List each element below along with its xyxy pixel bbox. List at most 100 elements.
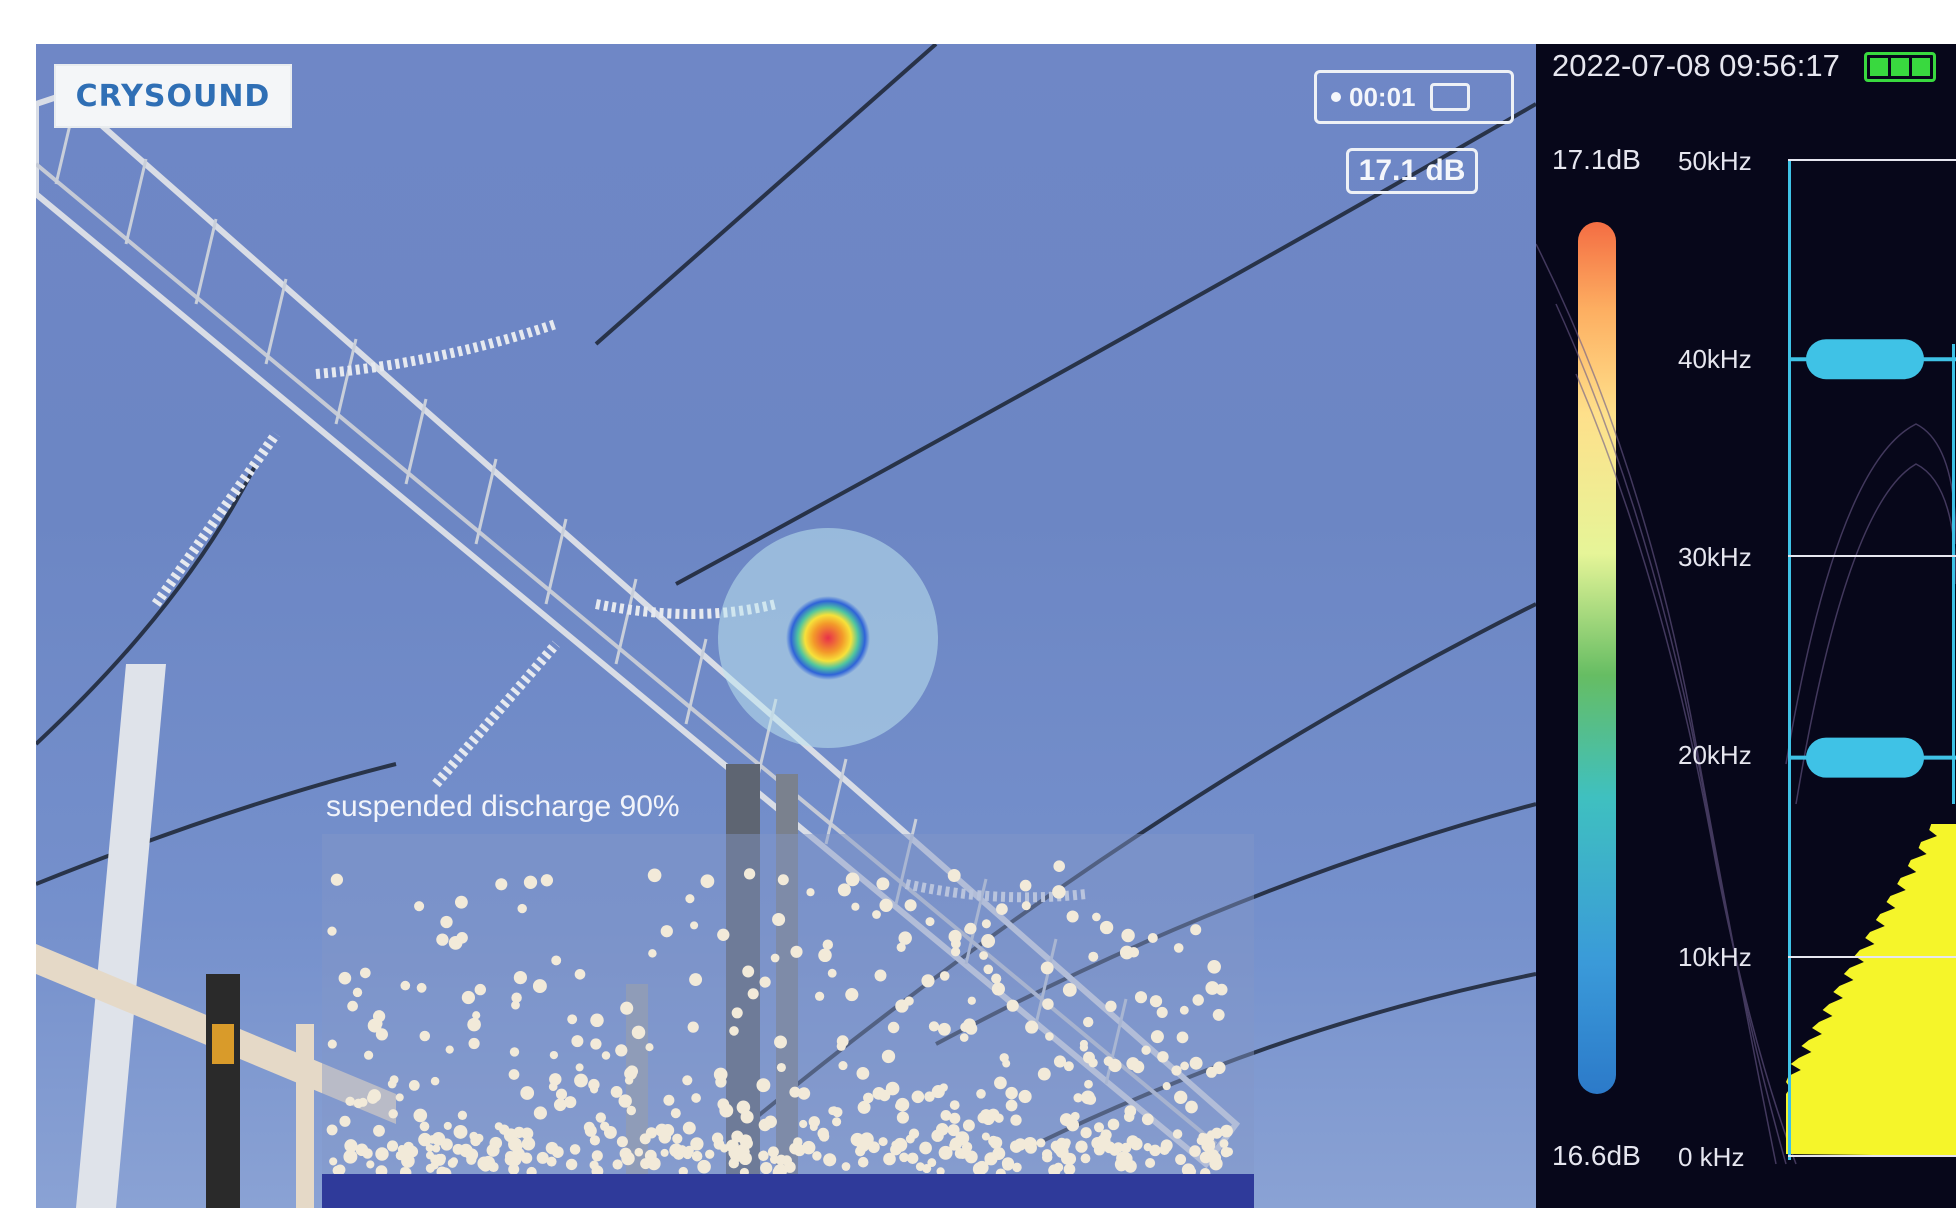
prpd-point: [964, 925, 973, 934]
prpd-point: [1156, 1006, 1168, 1018]
prpd-point: [1018, 1089, 1032, 1104]
prpd-point: [822, 939, 834, 950]
prpd-point: [590, 1038, 602, 1050]
prpd-point: [772, 912, 786, 927]
prpd-point: [533, 1106, 547, 1120]
prpd-point: [618, 1094, 632, 1108]
prpd-point: [1123, 1111, 1135, 1123]
prpd-point: [508, 1153, 522, 1167]
prpd-point: [455, 895, 468, 909]
prpd-point: [648, 949, 657, 958]
prpd-point: [1042, 998, 1054, 1010]
prpd-point: [717, 928, 730, 941]
prpd-point: [979, 1109, 993, 1122]
prpd-point: [1147, 932, 1158, 944]
prpd-point: [949, 1137, 963, 1150]
prpd-point: [1006, 999, 1019, 1012]
frequency-spectrum: [1536, 159, 1956, 1165]
prpd-point: [899, 1152, 909, 1163]
prpd-point: [1064, 1152, 1077, 1165]
prpd-point: [339, 1115, 351, 1127]
prpd-point: [991, 973, 1002, 984]
prpd-point: [1081, 1090, 1095, 1105]
prpd-point: [1134, 991, 1148, 1004]
prpd-point: [338, 971, 352, 985]
sound-source-hotspot: [786, 596, 870, 680]
prpd-point: [457, 1110, 468, 1120]
prpd-point: [440, 915, 453, 929]
prpd-point: [624, 1076, 634, 1085]
prpd-point: [737, 1143, 750, 1156]
prpd-point: [1179, 1005, 1189, 1015]
prpd-point: [919, 1141, 932, 1155]
prpd-point: [574, 968, 586, 980]
prpd-point: [660, 925, 673, 938]
crysound-logo: CRYSOUND: [54, 64, 292, 128]
prpd-point: [685, 894, 695, 904]
prpd-point: [461, 990, 476, 1005]
prpd-point: [631, 1025, 646, 1040]
prpd-point: [979, 951, 989, 960]
prpd-point: [1192, 994, 1204, 1006]
prpd-point: [1220, 1124, 1233, 1138]
prpd-point: [1212, 1008, 1225, 1021]
filter-band-handle-upper[interactable]: [1806, 339, 1924, 380]
prpd-point: [1175, 1154, 1187, 1165]
prpd-point: [898, 931, 912, 945]
prpd-point: [758, 1150, 769, 1162]
prpd-overlay: [322, 834, 1254, 1208]
prpd-point: [508, 1137, 522, 1152]
prpd-point: [814, 991, 825, 1001]
prpd-point: [565, 1158, 578, 1171]
prpd-point: [1157, 1051, 1169, 1063]
prpd-point: [760, 1162, 773, 1175]
prpd-point: [1126, 1135, 1139, 1148]
prpd-point: [938, 1145, 953, 1160]
prpd-point: [373, 1019, 383, 1029]
prpd-point: [1063, 1061, 1074, 1072]
prpd-point: [419, 1121, 430, 1132]
prpd-point: [1160, 1141, 1172, 1153]
prpd-point: [469, 1131, 479, 1141]
recording-indicator[interactable]: 00:01: [1314, 70, 1514, 124]
prpd-point: [468, 1037, 480, 1050]
prpd-point: [634, 1147, 644, 1157]
prpd-point: [891, 1140, 901, 1150]
prpd-point: [1173, 943, 1184, 953]
prpd-point: [740, 1110, 754, 1124]
prpd-point: [327, 1039, 337, 1049]
prpd-point: [911, 1090, 925, 1104]
prpd-point: [690, 1137, 704, 1151]
prpd-point: [1213, 1061, 1226, 1075]
prpd-point: [823, 1153, 837, 1167]
prpd-point: [447, 1158, 458, 1168]
prpd-point: [713, 1067, 728, 1082]
prpd-point: [615, 1044, 628, 1057]
prpd-point: [717, 1098, 730, 1111]
prpd-point: [743, 868, 756, 880]
filter-band-handle-lower[interactable]: [1806, 737, 1924, 778]
prpd-point: [770, 953, 780, 963]
prpd-point: [425, 1144, 434, 1153]
prpd-point: [874, 969, 887, 982]
prpd-point: [1066, 910, 1079, 923]
prpd-point: [691, 1093, 701, 1103]
prpd-point: [521, 1137, 536, 1151]
prpd-point: [1149, 995, 1163, 1008]
prpd-point: [620, 1001, 634, 1015]
acoustic-camera-screen: CRYSOUND 00:01 17.1 dB suspended dischar…: [36, 44, 1956, 1208]
prpd-point: [567, 1014, 578, 1025]
prpd-point: [996, 903, 1008, 915]
prpd-point: [836, 1041, 846, 1051]
prpd-point: [1207, 960, 1221, 974]
prpd-point: [345, 1096, 355, 1107]
prpd-point: [513, 971, 527, 985]
prpd-point: [797, 1087, 811, 1100]
prpd-point: [508, 1069, 520, 1080]
prpd-point: [999, 1053, 1009, 1063]
freq-label-40: 40kHz: [1678, 344, 1752, 374]
prpd-point: [700, 874, 715, 889]
prpd-point: [1088, 951, 1099, 962]
prpd-point: [729, 1026, 739, 1036]
prpd-point: [697, 1159, 711, 1174]
